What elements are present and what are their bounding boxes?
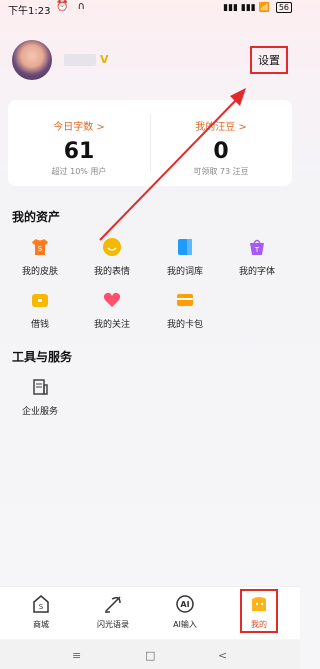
username-masked — [64, 54, 96, 66]
svg-text:AI: AI — [180, 600, 189, 609]
asset-item-lexicon[interactable]: 我的词库 — [150, 236, 220, 277]
home-icon[interactable]: □ — [145, 649, 155, 662]
ai-icon: AI — [174, 593, 196, 615]
asset-item-loan[interactable]: 借钱 — [5, 289, 75, 330]
asset-item-label: 我的卡包 — [166, 320, 203, 330]
me-highlight-box — [240, 589, 278, 633]
wangdou-label: 我的汪豆 > — [195, 122, 247, 133]
menu-icon[interactable]: ≡ — [72, 649, 81, 662]
tool-item-label: 企业服务 — [21, 407, 58, 417]
svg-text:S: S — [39, 603, 44, 611]
smile-icon — [101, 236, 123, 258]
nav-tab-quotes[interactable]: 闪光语录 — [83, 593, 143, 630]
card-icon — [174, 289, 196, 311]
svg-text:T: T — [254, 246, 260, 254]
status-icons: ⏰ ∩ — [56, 1, 88, 12]
today-words-stat[interactable]: 今日字数 > 61 超过 10% 用户 — [8, 100, 150, 186]
asset-item-label: 借钱 — [30, 320, 49, 330]
asset-item-follow[interactable]: 我的关注 — [77, 289, 147, 330]
shirt-icon: S — [29, 236, 51, 258]
asset-item-skin[interactable]: S 我的皮肤 — [5, 236, 75, 277]
shop-icon: S — [30, 593, 52, 615]
asset-item-label: 我的表情 — [93, 267, 130, 277]
back-icon[interactable]: < — [218, 649, 227, 662]
today-words-label: 今日字数 > — [53, 122, 105, 133]
font-icon: T — [246, 236, 268, 258]
system-nav-bar: ≡ □ < — [0, 640, 300, 669]
asset-item-label: 我的关注 — [93, 320, 130, 330]
profile-header: V 设置 — [12, 40, 288, 80]
asset-item-cardpack[interactable]: 我的卡包 — [150, 289, 220, 330]
tools-title: 工具与服务 — [12, 350, 73, 364]
asset-item-emoji[interactable]: 我的表情 — [77, 236, 147, 277]
assets-title: 我的资产 — [12, 210, 61, 224]
status-time: 下午1:23 — [8, 6, 51, 17]
quote-icon — [102, 593, 124, 615]
wangdou-stat[interactable]: 我的汪豆 > 0 可领取 73 汪豆 — [150, 100, 292, 186]
vip-badge-icon: V — [100, 53, 109, 66]
asset-item-font[interactable]: T 我的字体 — [222, 236, 292, 277]
asset-item-label: 我的皮肤 — [21, 267, 58, 277]
today-words-sub: 超过 10% 用户 — [51, 167, 107, 176]
status-bar: 下午1:23 ⏰ ∩ ▮▮▮ ▮▮▮ 📶 56 — [0, 0, 300, 17]
nav-label: 商城 — [33, 620, 49, 629]
battery-icon: 56 — [275, 2, 292, 13]
wallet-icon — [29, 289, 51, 311]
heart-icon — [101, 289, 123, 311]
nav-label: AI输入 — [173, 620, 197, 629]
stats-card: 今日字数 > 61 超过 10% 用户 我的汪豆 > 0 可领取 73 汪豆 — [8, 100, 292, 186]
nav-tab-ai-input[interactable]: AI AI输入 — [155, 593, 215, 630]
signal-icon: ▮▮▮ ▮▮▮ 📶 — [223, 2, 270, 13]
avatar[interactable] — [12, 40, 52, 80]
today-words-value: 61 — [63, 139, 95, 164]
nav-tab-shop[interactable]: S 商城 — [11, 593, 71, 630]
nav-label: 闪光语录 — [97, 620, 129, 629]
svg-text:S: S — [38, 245, 43, 253]
tool-item-enterprise[interactable]: 企业服务 — [5, 376, 75, 417]
wangdou-value: 0 — [213, 139, 229, 164]
wangdou-sub: 可领取 73 汪豆 — [193, 167, 249, 176]
enterprise-icon — [29, 376, 51, 398]
settings-button[interactable]: 设置 — [250, 46, 288, 74]
asset-item-label: 我的词库 — [166, 267, 203, 277]
book-icon — [174, 236, 196, 258]
asset-item-label: 我的字体 — [238, 267, 275, 277]
